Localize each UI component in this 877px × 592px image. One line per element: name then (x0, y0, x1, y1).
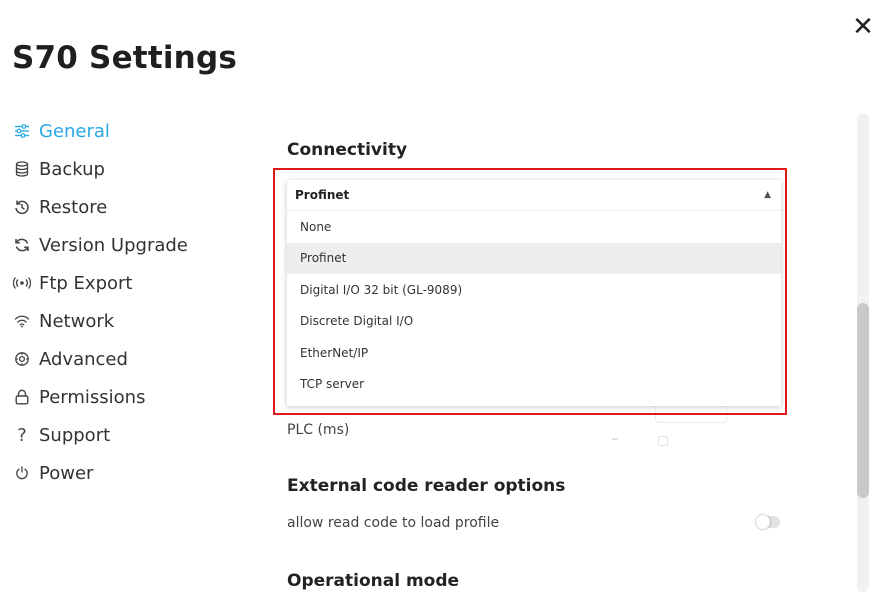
option-none[interactable]: None (287, 211, 781, 243)
database-icon (12, 159, 32, 179)
connectivity-heading: Connectivity (287, 140, 408, 160)
scrollbar-thumb[interactable] (857, 303, 869, 498)
toggle-knob (756, 515, 770, 529)
settings-sidebar: General Backup Restore Version Upgrade F… (12, 112, 188, 492)
scrollbar-track[interactable] (857, 113, 869, 592)
polling-label-unit: PLC (ms) (287, 422, 350, 438)
external-reader-heading: External code reader options (287, 476, 566, 496)
sidebar-item-general[interactable]: General (12, 112, 188, 150)
operational-mode-heading: Operational mode (287, 571, 460, 591)
chevron-up-icon: ▲ (764, 190, 771, 200)
option-tcp-server[interactable]: TCP server (287, 369, 781, 401)
connectivity-dropdown[interactable]: Profinet ▲ None Profinet Digital I/O 32 … (287, 180, 781, 406)
broadcast-icon (12, 273, 32, 293)
close-icon[interactable]: ✕ (850, 14, 876, 40)
allow-read-code-toggle[interactable] (756, 515, 780, 529)
sidebar-item-support[interactable]: ? Support (12, 416, 188, 454)
sliders-icon (12, 121, 32, 141)
sidebar-item-permissions[interactable]: Permissions (12, 378, 188, 416)
sidebar-item-label: General (39, 120, 110, 142)
sidebar-item-label: Power (39, 462, 94, 484)
sidebar-item-label: Advanced (39, 348, 128, 370)
power-icon (12, 463, 32, 483)
sidebar-item-label: Restore (39, 196, 108, 218)
allow-read-code-label: allow read code to load profile (287, 515, 500, 531)
sidebar-item-restore[interactable]: Restore (12, 188, 188, 226)
gear-icon (12, 349, 32, 369)
sidebar-item-label: Permissions (39, 386, 146, 408)
sidebar-item-label: Support (39, 424, 111, 446)
sidebar-item-label: Network (39, 310, 115, 332)
refresh-icon (12, 235, 32, 255)
sidebar-item-power[interactable]: Power (12, 454, 188, 492)
question-icon: ? (17, 424, 27, 446)
option-profinet[interactable]: Profinet (287, 242, 781, 274)
option-discrete-digital-io[interactable]: Discrete Digital I/O (287, 306, 781, 338)
sidebar-item-ftp-export[interactable]: Ftp Export (12, 264, 188, 302)
page-title: S70 Settings (12, 40, 237, 76)
polling-stepper[interactable] (612, 436, 672, 446)
restore-icon (12, 197, 32, 217)
lock-icon (12, 387, 32, 407)
sidebar-item-backup[interactable]: Backup (12, 150, 188, 188)
sidebar-item-label: Version Upgrade (39, 234, 188, 256)
connectivity-select[interactable]: Profinet ▲ (287, 180, 781, 211)
sidebar-item-advanced[interactable]: Advanced (12, 340, 188, 378)
sidebar-item-version-upgrade[interactable]: Version Upgrade (12, 226, 188, 264)
option-digital-io-32bit[interactable]: Digital I/O 32 bit (GL-9089) (287, 274, 781, 306)
sidebar-item-label: Ftp Export (39, 272, 133, 294)
option-ethernet-ip[interactable]: EtherNet/IP (287, 337, 781, 369)
sidebar-item-label: Backup (39, 158, 105, 180)
wifi-icon (12, 311, 32, 331)
sidebar-item-network[interactable]: Network (12, 302, 188, 340)
connectivity-selected-value: Profinet (295, 188, 350, 202)
polling-input[interactable] (655, 404, 727, 423)
